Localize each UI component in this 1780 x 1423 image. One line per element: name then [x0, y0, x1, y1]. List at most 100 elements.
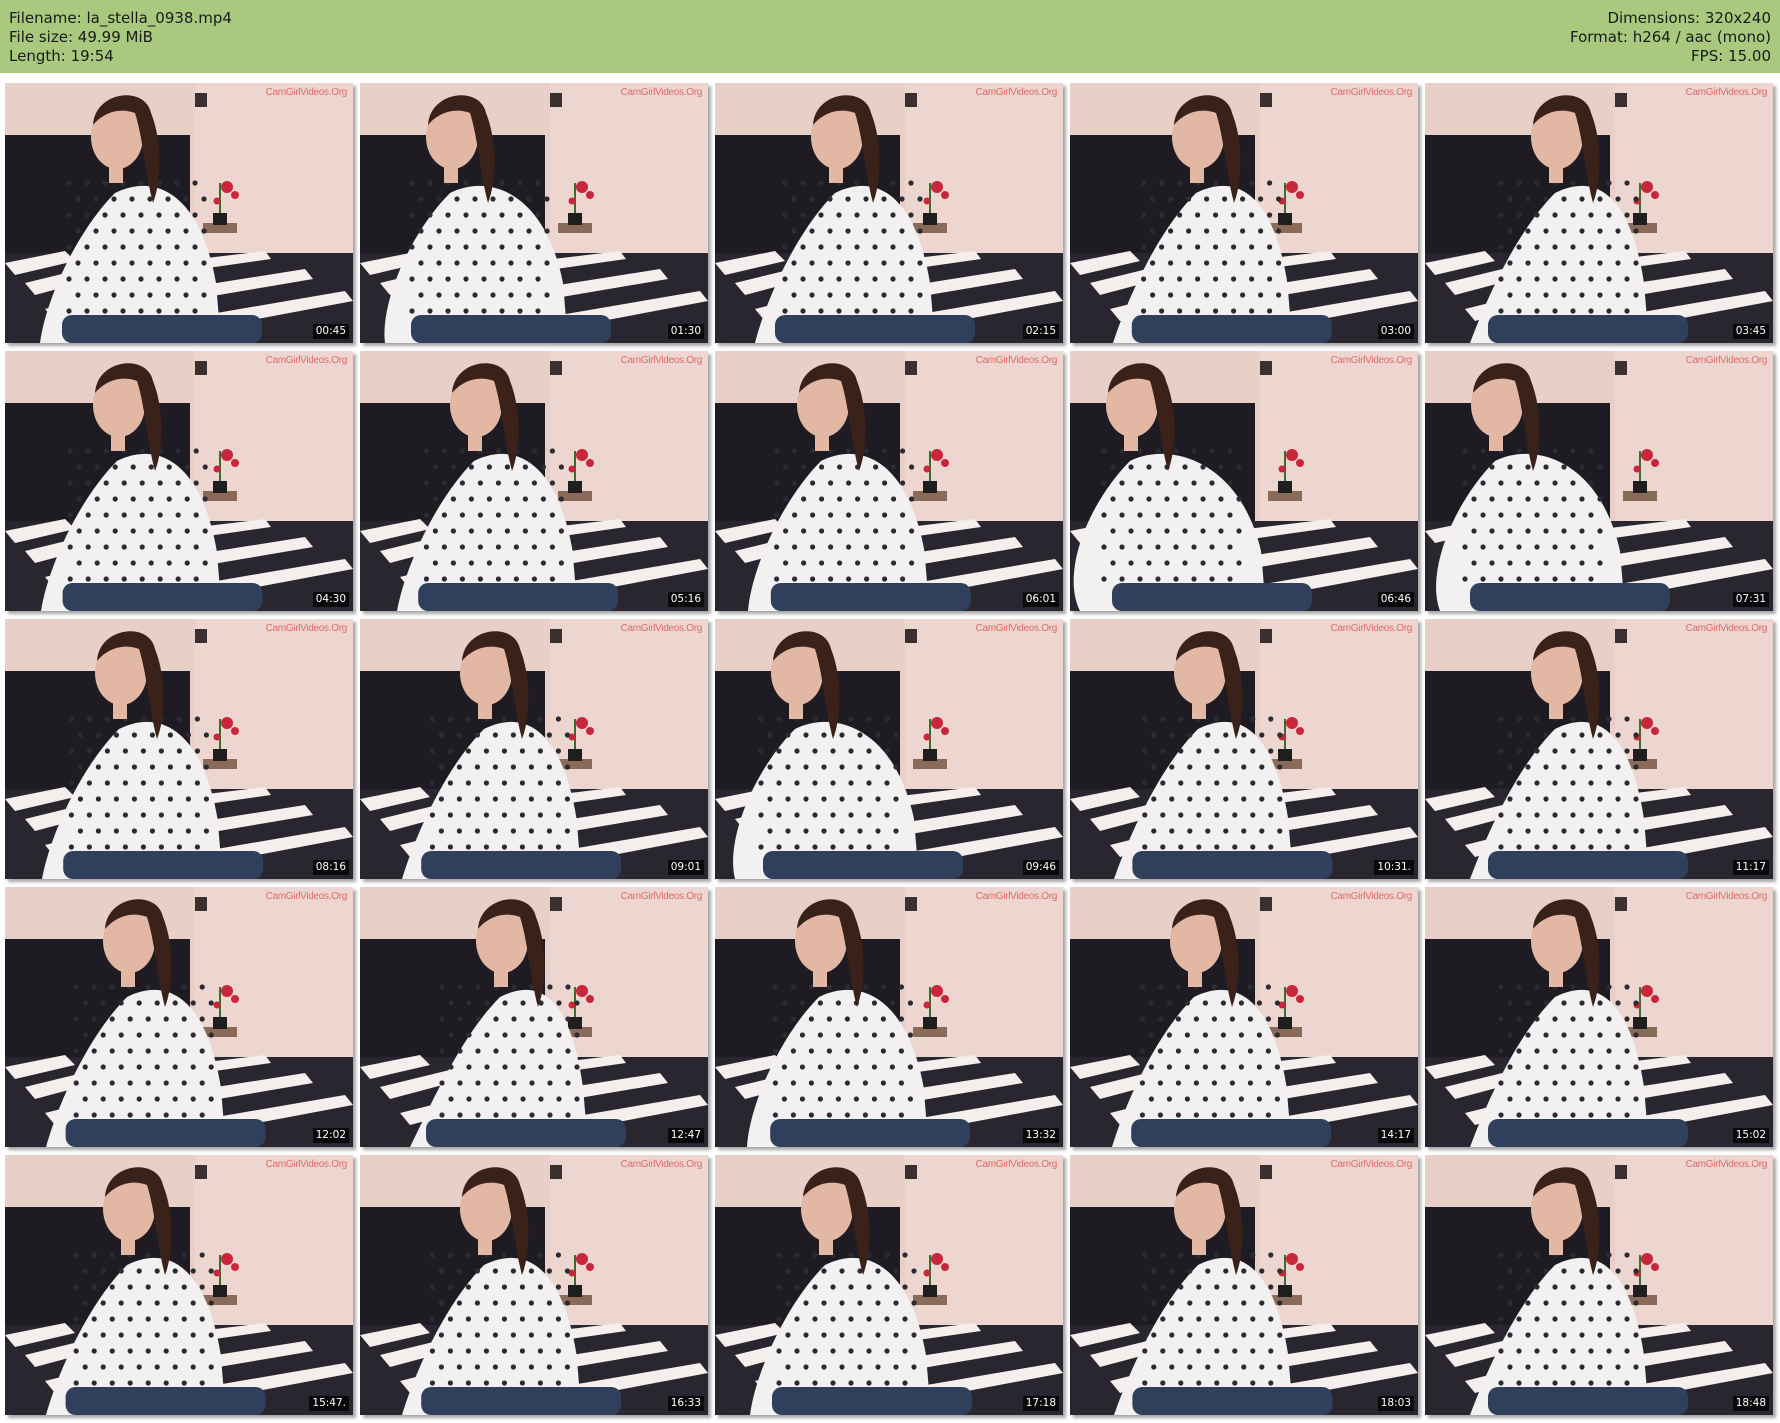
video-thumbnail[interactable]: CamGirlVideos.Org 09:46	[715, 619, 1063, 879]
watermark-text: CamGirlVideos.Org	[1330, 623, 1413, 634]
watermark-text: CamGirlVideos.Org	[1685, 891, 1768, 902]
watermark-text: CamGirlVideos.Org	[1330, 1159, 1413, 1170]
watermark-text: CamGirlVideos.Org	[975, 355, 1058, 366]
length-label: Length:	[9, 47, 66, 65]
thumbnail-frame-image	[360, 619, 708, 879]
video-thumbnail[interactable]: CamGirlVideos.Org 18:48	[1425, 1155, 1773, 1415]
thumbnail-frame-image	[5, 1155, 353, 1415]
video-thumbnail[interactable]: CamGirlVideos.Org 18:03	[1070, 1155, 1418, 1415]
dimensions-row: Dimensions: 320x240	[1570, 9, 1771, 28]
format-row: Format: h264 / aac (mono)	[1570, 28, 1771, 47]
timestamp-label: 13:32	[1022, 1128, 1059, 1143]
thumbnail-frame-image	[1425, 351, 1773, 611]
thumbnail-frame-image	[5, 83, 353, 343]
video-thumbnail[interactable]: CamGirlVideos.Org 13:32	[715, 887, 1063, 1147]
format-label: Format:	[1569, 28, 1628, 46]
thumbnail-frame-image	[715, 619, 1063, 879]
video-thumbnail[interactable]: CamGirlVideos.Org 08:16	[5, 619, 353, 879]
thumbnail-frame-image	[5, 887, 353, 1147]
video-thumbnail[interactable]: CamGirlVideos.Org 15:02	[1425, 887, 1773, 1147]
video-thumbnail[interactable]: CamGirlVideos.Org 04:30	[5, 351, 353, 611]
thumbnail-frame-image	[715, 83, 1063, 343]
timestamp-label: 06:46	[1377, 592, 1414, 607]
thumbnail-frame-image	[5, 619, 353, 879]
video-thumbnail[interactable]: CamGirlVideos.Org 14:17	[1070, 887, 1418, 1147]
video-thumbnail[interactable]: CamGirlVideos.Org 11:17	[1425, 619, 1773, 879]
timestamp-label: 02:15	[1022, 324, 1059, 339]
info-header: Filename: la_stella_0938.mp4 File size: …	[0, 0, 1780, 73]
fps-label: FPS:	[1691, 47, 1724, 65]
filesize-row: File size: 49.99 MiB	[9, 28, 232, 47]
watermark-text: CamGirlVideos.Org	[265, 355, 348, 366]
video-thumbnail[interactable]: CamGirlVideos.Org 05:16	[360, 351, 708, 611]
timestamp-label: 15:02	[1732, 1128, 1769, 1143]
video-thumbnail[interactable]: CamGirlVideos.Org 02:15	[715, 83, 1063, 343]
filename-value: la_stella_0938.mp4	[86, 9, 232, 27]
thumbnail-frame-image	[715, 887, 1063, 1147]
timestamp-label: 14:17	[1377, 1128, 1414, 1143]
timestamp-label: 04:30	[312, 592, 349, 607]
watermark-text: CamGirlVideos.Org	[1685, 87, 1768, 98]
watermark-text: CamGirlVideos.Org	[620, 1159, 703, 1170]
video-thumbnail[interactable]: CamGirlVideos.Org 00:45	[5, 83, 353, 343]
timestamp-label: 15:47.	[309, 1396, 349, 1411]
watermark-text: CamGirlVideos.Org	[620, 355, 703, 366]
timestamp-label: 16:33	[667, 1396, 704, 1411]
thumbnail-grid: CamGirlVideos.Org 00:45 CamGirlVideos.Org…	[5, 83, 1777, 1419]
watermark-text: CamGirlVideos.Org	[265, 623, 348, 634]
length-value: 19:54	[70, 47, 114, 65]
video-thumbnail[interactable]: CamGirlVideos.Org 15:47.	[5, 1155, 353, 1415]
video-thumbnail[interactable]: CamGirlVideos.Org 06:46	[1070, 351, 1418, 611]
video-thumbnail[interactable]: CamGirlVideos.Org 01:30	[360, 83, 708, 343]
info-right: Dimensions: 320x240 Format: h264 / aac (…	[1570, 9, 1771, 66]
watermark-text: CamGirlVideos.Org	[1330, 355, 1413, 366]
watermark-text: CamGirlVideos.Org	[1330, 891, 1413, 902]
video-thumbnail[interactable]: CamGirlVideos.Org 03:00	[1070, 83, 1418, 343]
thumbnail-frame-image	[1425, 619, 1773, 879]
video-thumbnail[interactable]: CamGirlVideos.Org 03:45	[1425, 83, 1773, 343]
thumbnail-frame-image	[1070, 619, 1418, 879]
timestamp-label: 09:46	[1022, 860, 1059, 875]
format-value: h264 / aac (mono)	[1632, 28, 1771, 46]
timestamp-label: 00:45	[312, 324, 349, 339]
watermark-text: CamGirlVideos.Org	[975, 891, 1058, 902]
thumbnail-frame-image	[1070, 351, 1418, 611]
video-thumbnail[interactable]: CamGirlVideos.Org 06:01	[715, 351, 1063, 611]
watermark-text: CamGirlVideos.Org	[265, 1159, 348, 1170]
thumbnail-frame-image	[360, 887, 708, 1147]
timestamp-label: 10:31.	[1374, 860, 1414, 875]
timestamp-label: 12:02	[312, 1128, 349, 1143]
video-thumbnail[interactable]: CamGirlVideos.Org 12:47	[360, 887, 708, 1147]
thumbnail-frame-image	[1425, 1155, 1773, 1415]
thumbnail-frame-image	[1070, 1155, 1418, 1415]
watermark-text: CamGirlVideos.Org	[620, 891, 703, 902]
watermark-text: CamGirlVideos.Org	[620, 623, 703, 634]
timestamp-label: 17:18	[1022, 1396, 1059, 1411]
video-thumbnail[interactable]: CamGirlVideos.Org 12:02	[5, 887, 353, 1147]
timestamp-label: 03:00	[1377, 324, 1414, 339]
video-thumbnail[interactable]: CamGirlVideos.Org 16:33	[360, 1155, 708, 1415]
fps-value: 15.00	[1728, 47, 1771, 65]
timestamp-label: 11:17	[1732, 860, 1769, 875]
watermark-text: CamGirlVideos.Org	[975, 623, 1058, 634]
watermark-text: CamGirlVideos.Org	[975, 87, 1058, 98]
timestamp-label: 01:30	[667, 324, 704, 339]
thumbnail-frame-image	[5, 351, 353, 611]
timestamp-label: 12:47	[667, 1128, 704, 1143]
video-thumbnail[interactable]: CamGirlVideos.Org 07:31	[1425, 351, 1773, 611]
filesize-label: File size:	[9, 28, 74, 46]
thumbnail-frame-image	[1070, 887, 1418, 1147]
filename-label: Filename:	[9, 9, 82, 27]
watermark-text: CamGirlVideos.Org	[620, 87, 703, 98]
timestamp-label: 08:16	[312, 860, 349, 875]
fps-row: FPS: 15.00	[1570, 47, 1771, 66]
video-thumbnail[interactable]: CamGirlVideos.Org 09:01	[360, 619, 708, 879]
watermark-text: CamGirlVideos.Org	[265, 87, 348, 98]
timestamp-label: 06:01	[1022, 592, 1059, 607]
timestamp-label: 07:31	[1732, 592, 1769, 607]
thumbnail-frame-image	[360, 351, 708, 611]
video-thumbnail[interactable]: CamGirlVideos.Org 17:18	[715, 1155, 1063, 1415]
video-thumbnail[interactable]: CamGirlVideos.Org 10:31.	[1070, 619, 1418, 879]
timestamp-label: 18:03	[1377, 1396, 1414, 1411]
thumbnail-frame-image	[360, 1155, 708, 1415]
